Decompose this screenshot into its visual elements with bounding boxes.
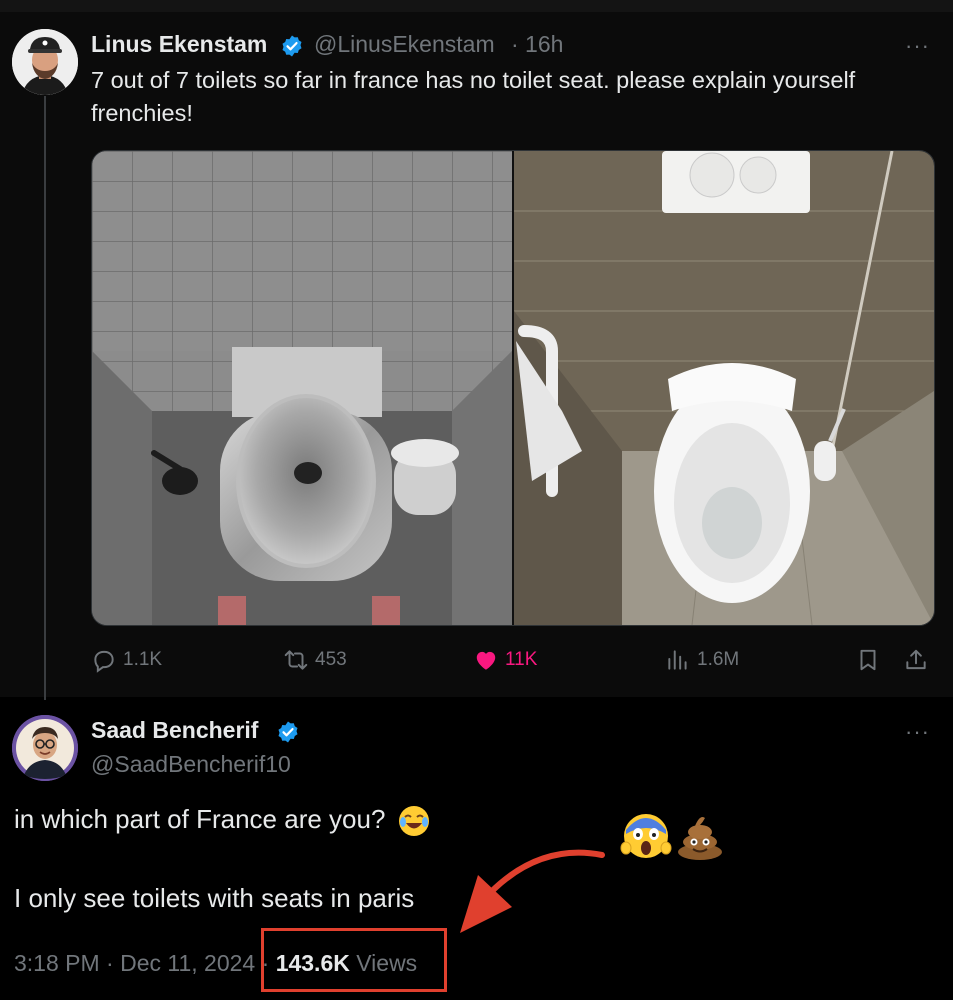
tweet-text: 7 out of 7 toilets so far in france has …	[91, 67, 856, 126]
thread-connector-line	[44, 96, 46, 700]
bookmark-button[interactable]	[855, 640, 881, 680]
action-bar: 1.1K 453 11K 1.6M	[91, 640, 933, 680]
avatar-portrait-icon	[12, 29, 78, 95]
reply-button[interactable]: 1.1K	[91, 640, 162, 680]
share-icon	[906, 649, 926, 670]
timestamp-relative[interactable]: · 16h	[511, 31, 563, 58]
reply-count: 1.1K	[123, 649, 163, 670]
author-handle[interactable]: @LinusEkenstam	[314, 31, 495, 58]
repost-icon	[284, 650, 308, 670]
author-name[interactable]: Linus Ekenstam	[91, 31, 267, 58]
reply-text-line1: in which part of France are you?	[14, 804, 431, 838]
avatar-saad[interactable]	[12, 715, 78, 781]
verified-badge-icon	[282, 35, 302, 57]
photo-ceramic-toilet	[514, 151, 934, 625]
screaming-emoji	[620, 814, 672, 858]
top-bar	[0, 0, 953, 12]
more-icon[interactable]: ···	[905, 33, 930, 59]
laughing-emoji	[398, 806, 429, 837]
like-button[interactable]: 11K	[473, 640, 537, 680]
reply-date[interactable]: Dec 11, 2024	[120, 950, 255, 976]
heart-icon	[476, 651, 496, 670]
verified-badge-icon	[278, 721, 298, 743]
annotation-arrow	[460, 849, 605, 933]
like-count: 11K	[505, 649, 538, 670]
views-icon	[668, 650, 687, 670]
tweet-media[interactable]	[91, 150, 935, 626]
more-icon[interactable]: ···	[905, 719, 930, 745]
annotation-highlight-box	[261, 928, 447, 992]
share-button[interactable]	[903, 640, 929, 680]
reply-text-question: in which part of France are you?	[14, 804, 386, 834]
repost-button[interactable]: 453	[283, 640, 347, 680]
photo-steel-toilet	[92, 151, 512, 625]
avatar-linus[interactable]	[12, 29, 78, 95]
repost-count: 453	[315, 649, 347, 670]
reply-time[interactable]: 3:18 PM	[14, 950, 100, 976]
reply-icon	[94, 650, 114, 673]
bookmark-icon	[860, 649, 876, 671]
reply-text-line2: I only see toilets with seats in paris	[14, 883, 415, 913]
reply-author-handle[interactable]: @SaadBencherif10	[91, 751, 291, 778]
views-button[interactable]: 1.6M	[665, 640, 739, 680]
avatar-portrait-icon	[12, 715, 78, 781]
reply-author-name[interactable]: Saad Bencherif	[91, 717, 258, 744]
poop-emoji	[678, 817, 722, 860]
meta-separator: ·	[106, 950, 114, 976]
views-count: 1.6M	[697, 649, 740, 670]
